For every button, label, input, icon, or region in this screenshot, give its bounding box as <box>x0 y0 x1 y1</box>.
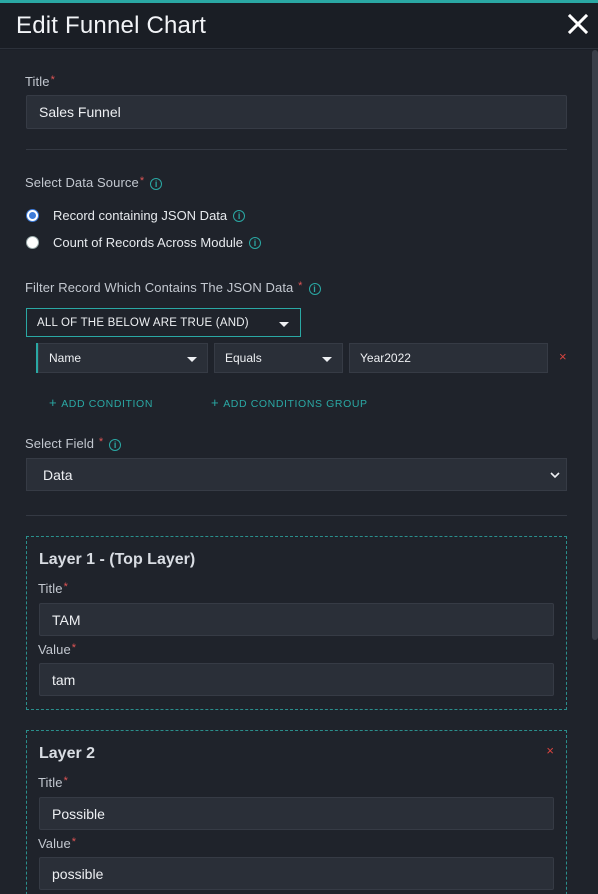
layer-value-label: Value* <box>38 642 77 657</box>
layer-title-label: Title* <box>38 581 68 596</box>
select-field-label: Select Field * i <box>25 436 122 451</box>
caret-down-icon <box>187 357 197 362</box>
scrollbar[interactable] <box>592 50 598 640</box>
condition-value-input[interactable]: Year2022 <box>349 343 548 373</box>
title-label: Title* <box>25 74 55 89</box>
layer-title-input[interactable]: TAM <box>39 603 554 636</box>
radio-count-records[interactable]: Count of Records Across Module i <box>26 235 262 250</box>
layer-title-label: Title* <box>38 775 68 790</box>
condition-operator-select[interactable]: Equals <box>214 343 343 373</box>
add-condition-link[interactable]: + ADD CONDITION <box>49 395 153 410</box>
divider <box>26 515 567 516</box>
info-icon[interactable]: i <box>109 438 122 451</box>
info-icon[interactable]: i <box>150 177 163 190</box>
data-source-label: Select Data Source* i <box>25 175 163 190</box>
layer-heading: Layer 2 <box>39 745 96 762</box>
condition-field-select[interactable]: Name <box>38 343 208 373</box>
divider <box>26 149 567 150</box>
layer-value-input[interactable]: possible <box>39 857 554 890</box>
caret-down-icon <box>279 322 289 327</box>
select-field-dropdown[interactable]: Data <box>26 458 567 491</box>
info-icon[interactable]: i <box>233 209 246 222</box>
close-icon[interactable] <box>566 12 590 36</box>
dialog-body: Title* Sales Funnel Select Data Source* i… <box>0 50 598 894</box>
layer-value-label: Value* <box>38 836 77 851</box>
layer-value-input[interactable]: tam <box>39 663 554 696</box>
title-input[interactable]: Sales Funnel <box>26 95 567 129</box>
layer-title-input[interactable]: Possible <box>39 797 554 830</box>
delete-condition-icon[interactable]: × <box>559 349 567 364</box>
info-icon[interactable]: i <box>308 282 321 295</box>
radio-button[interactable] <box>26 236 39 249</box>
radio-button-selected[interactable] <box>26 209 39 222</box>
add-conditions-group-link[interactable]: + ADD CONDITIONS GROUP <box>211 395 368 410</box>
info-icon[interactable]: i <box>249 236 262 249</box>
filter-label: Filter Record Which Contains The JSON Da… <box>25 280 321 295</box>
chevron-down-icon <box>550 472 560 479</box>
dialog-title: Edit Funnel Chart <box>16 12 207 39</box>
layer-heading: Layer 1 - (Top Layer) <box>39 551 196 568</box>
radio-json-data[interactable]: Record containing JSON Data i <box>26 208 246 223</box>
delete-layer-icon[interactable]: × <box>546 743 554 758</box>
logic-select[interactable]: ALL OF THE BELOW ARE TRUE (AND) <box>26 308 301 337</box>
dialog-header: Edit Funnel Chart <box>0 3 598 49</box>
caret-down-icon <box>322 357 332 362</box>
layer-card: Layer 1 - (Top Layer) Title* TAM Value* … <box>26 536 567 710</box>
layer-card: Layer 2 × Title* Possible Value* possibl… <box>26 730 567 894</box>
